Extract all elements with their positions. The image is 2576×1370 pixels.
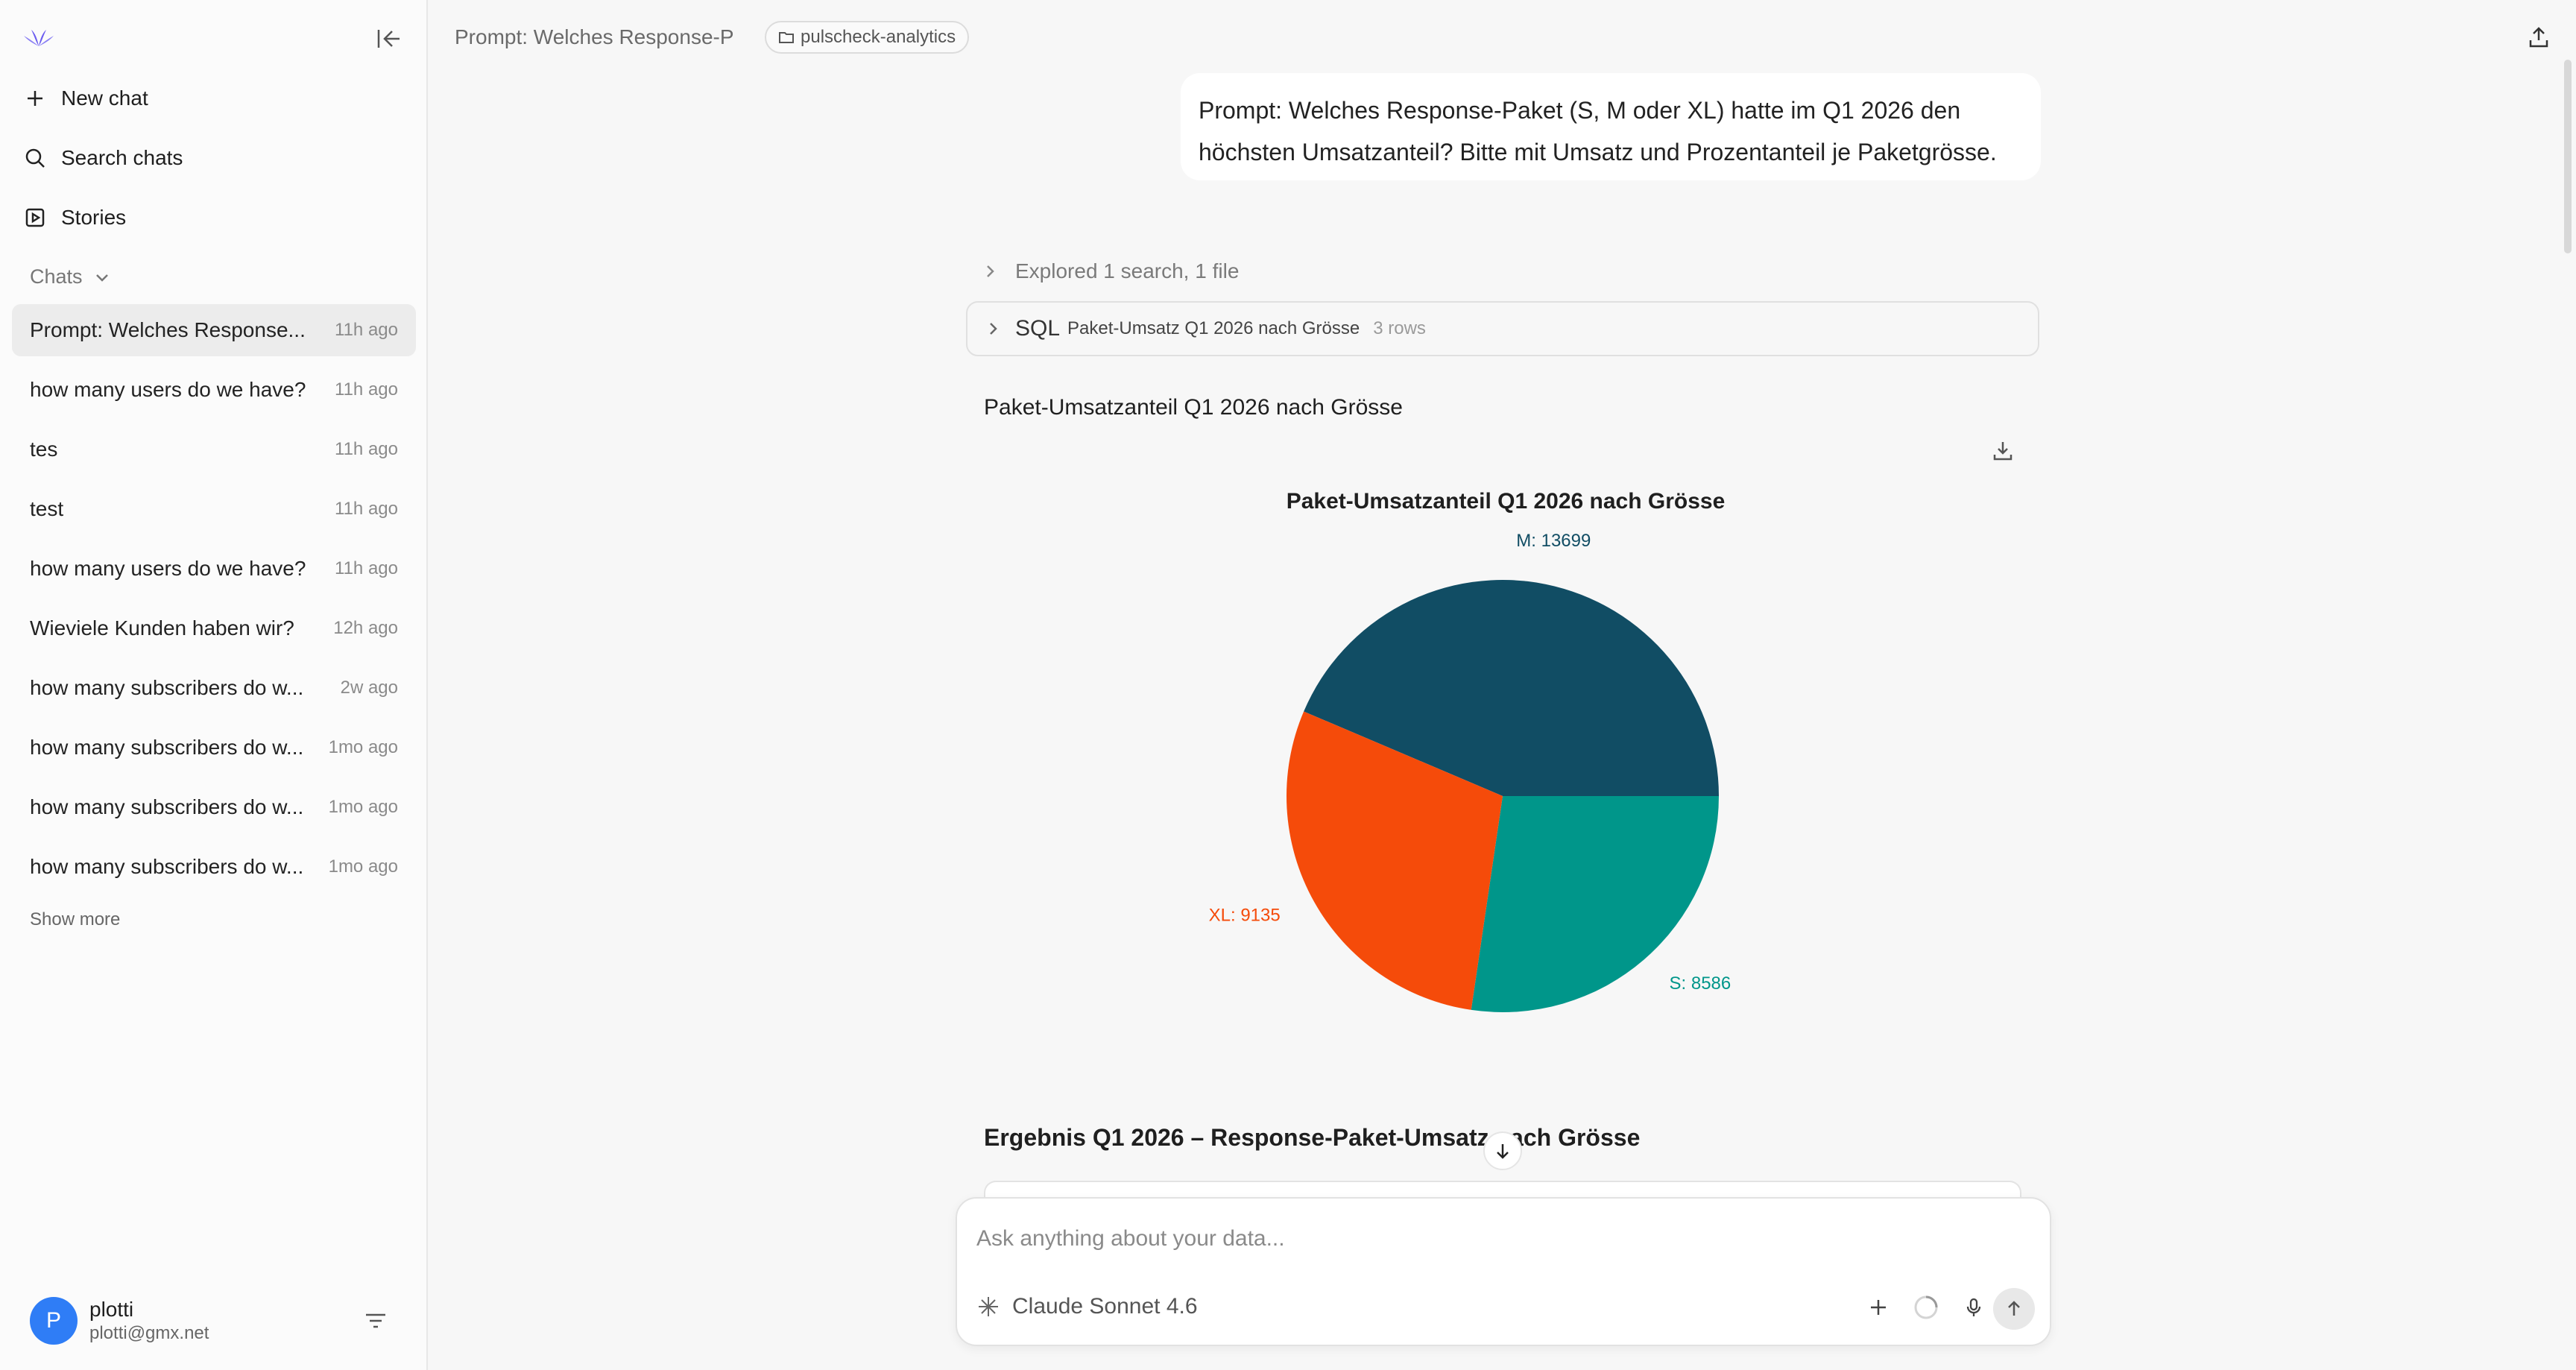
loading-indicator [1911, 1292, 1941, 1322]
project-name: pulscheck-analytics [801, 27, 956, 47]
chats-header-label: Chats [30, 265, 83, 288]
user-message-bubble: Prompt: Welches Response-Paket (S, M ode… [1181, 73, 2041, 180]
chat-title: how many users do we have? [30, 557, 306, 580]
chat-input[interactable] [976, 1222, 2020, 1255]
search-chats-label: Search chats [61, 146, 183, 169]
chat-list-item[interactable]: Wieviele Kunden haben wir? 12h ago [12, 602, 416, 654]
chevron-down-icon [95, 274, 108, 282]
project-chip[interactable]: pulscheck-analytics [765, 21, 970, 54]
microphone-icon [1966, 1298, 1981, 1316]
result-heading: Ergebnis Q1 2026 – Response-Paket-Umsatz… [984, 1124, 1641, 1151]
chevron-right-icon [990, 323, 997, 335]
search-icon [25, 148, 45, 168]
chat-list-item[interactable]: how many subscribers do w... 1mo ago [12, 722, 416, 774]
chevron-right-icon [987, 265, 994, 277]
chat-title: how many subscribers do w... [30, 795, 304, 818]
chat-timestamp: 1mo ago [328, 797, 398, 817]
plus-icon [28, 91, 42, 106]
chat-timestamp: 11h ago [335, 439, 398, 459]
microphone-button[interactable] [1959, 1292, 1989, 1322]
chat-list-item[interactable]: how many users do we have? 11h ago [12, 364, 416, 416]
send-button[interactable] [1993, 1288, 2035, 1330]
pie-label-m: M: 13699 [1516, 531, 1591, 551]
play-square-icon [25, 208, 45, 227]
chat-list-item[interactable]: Prompt: Welches Response... 11h ago [12, 304, 416, 356]
search-chats-button[interactable]: Search chats [24, 137, 183, 179]
app-logo-icon[interactable] [22, 27, 55, 49]
chat-title: Wieviele Kunden haben wir? [30, 616, 294, 640]
main-scrollbar[interactable] [2564, 60, 2572, 253]
pie-label-xl: XL: 9135 [1209, 905, 1281, 925]
collapse-sidebar-icon[interactable] [374, 25, 404, 52]
user-profile[interactable]: P plotti plotti@gmx.net [30, 1297, 209, 1345]
stories-label: Stories [61, 206, 127, 229]
chart-title: Paket-Umsatzanteil Q1 2026 nach Grösse [1286, 489, 1726, 514]
scroll-to-bottom-button[interactable] [1483, 1131, 1522, 1170]
sparkle-icon [979, 1297, 998, 1316]
sql-label: SQL [1015, 316, 1061, 341]
pie-label-s: S: 8586 [1670, 973, 1731, 994]
chat-list-item[interactable]: how many subscribers do w... 2w ago [12, 662, 416, 714]
sql-result-toggle[interactable]: SQL Paket-Umsatz Q1 2026 nach Grösse 3 r… [966, 301, 2039, 356]
sql-row-count: 3 rows [1373, 318, 1426, 338]
chat-timestamp: 12h ago [333, 618, 398, 638]
chat-title: tes [30, 438, 58, 461]
show-more-link[interactable]: Show more [30, 909, 120, 930]
filter-menu-icon[interactable] [362, 1307, 389, 1334]
chat-composer: Claude Sonnet 4.6 [956, 1197, 2051, 1346]
pie-chart: M: 13699 S: 8586 XL: 9135 [1209, 531, 1731, 1012]
folder-icon [779, 32, 794, 43]
conversation-title: Prompt: Welches Response-P [455, 25, 734, 48]
chat-list-item[interactable]: test 11h ago [12, 483, 416, 535]
chat-title: test [30, 497, 64, 520]
chat-timestamp: 11h ago [335, 379, 398, 400]
chats-section-toggle[interactable]: Chats [30, 265, 111, 288]
user-email: plotti@gmx.net [89, 1323, 209, 1343]
spinner-icon [1914, 1295, 1938, 1319]
explored-label: Explored 1 search, 1 file [1015, 259, 1240, 282]
chat-timestamp: 1mo ago [328, 737, 398, 757]
share-icon[interactable] [2525, 24, 2552, 51]
attach-button[interactable] [1863, 1292, 1893, 1322]
chat-list-item[interactable]: how many subscribers do w... 1mo ago [12, 781, 416, 833]
arrow-up-icon [2008, 1301, 2020, 1316]
arrow-down-icon [1497, 1144, 1509, 1159]
chat-timestamp: 1mo ago [328, 856, 398, 877]
chat-title: Prompt: Welches Response... [30, 318, 306, 341]
avatar: P [30, 1297, 78, 1345]
chat-title: how many subscribers do w... [30, 855, 304, 878]
explored-toggle[interactable]: Explored 1 search, 1 file [981, 259, 1239, 283]
plus-icon [1871, 1300, 1886, 1315]
chat-title: how many users do we have? [30, 378, 306, 401]
user-name: plotti [89, 1298, 134, 1321]
chat-timestamp: 2w ago [340, 678, 398, 698]
model-name: Claude Sonnet 4.6 [1012, 1294, 1198, 1319]
chat-title: how many subscribers do w... [30, 736, 304, 759]
new-chat-button[interactable]: New chat [24, 78, 148, 119]
chat-timestamp: 11h ago [335, 499, 398, 519]
chat-timestamp: 11h ago [335, 320, 398, 340]
model-selector[interactable]: Claude Sonnet 4.6 [976, 1294, 1198, 1319]
chat-list: Prompt: Welches Response... 11h ago how ma… [12, 304, 416, 900]
chat-list-item[interactable]: how many subscribers do w... 1mo ago [12, 841, 416, 893]
stories-button[interactable]: Stories [24, 197, 126, 239]
chart-section-title: Paket-Umsatzanteil Q1 2026 nach Grösse [984, 395, 1403, 420]
download-icon[interactable] [1990, 438, 2015, 464]
sidebar: New chat Search chats Stories Chats Prom… [0, 0, 428, 1370]
chat-title: how many subscribers do w... [30, 676, 304, 699]
new-chat-label: New chat [61, 86, 148, 110]
sql-title: Paket-Umsatz Q1 2026 nach Grösse [1067, 318, 1360, 338]
top-bar: Prompt: Welches Response-P pulscheck-ana… [429, 0, 2576, 75]
chat-timestamp: 11h ago [335, 558, 398, 578]
chat-list-item[interactable]: tes 11h ago [12, 423, 416, 476]
chat-list-item[interactable]: how many users do we have? 11h ago [12, 543, 416, 595]
